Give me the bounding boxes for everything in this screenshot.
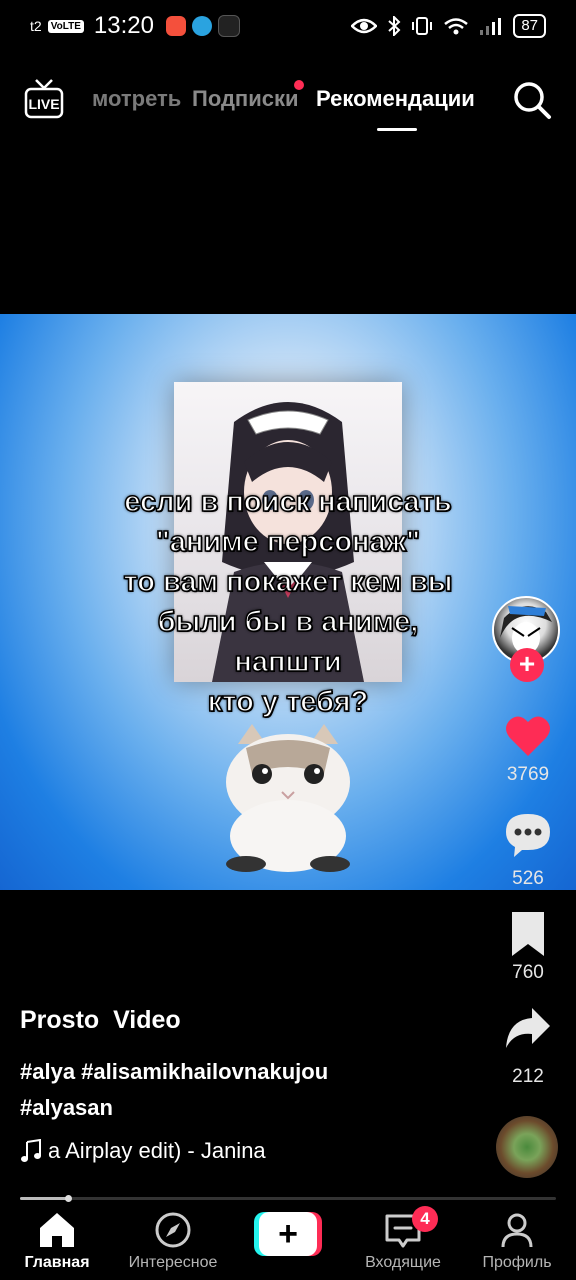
caption-line: "аниме персонаж" [155,525,421,559]
nav-home[interactable]: Главная [2,1210,112,1272]
wifi-icon [444,18,469,35]
screen-recorder-icon [165,16,186,36]
active-tab-indicator [377,128,417,131]
progress-fill [20,1197,69,1200]
tab-recommendations[interactable]: Рекомендации [316,86,475,112]
home-icon [40,1213,74,1247]
likes-count: 3769 [506,764,550,785]
status-left: t2 VoLTE 13:20 [30,12,240,40]
author-name[interactable]: Prosto Video [20,1006,181,1035]
nav-profile[interactable]: Профиль [462,1210,572,1272]
nav-inbox[interactable]: Входящие [348,1210,458,1272]
nav-profile-label: Профиль [482,1254,552,1271]
plus-icon: + [259,1212,317,1256]
caption-line: кто у тебя? [207,685,369,719]
caption-line: то вам покажет кем вы [123,565,454,599]
volte-badge: VoLTE [47,19,84,33]
music-disc[interactable] [496,1116,558,1178]
signal-icon [480,18,502,35]
eye-icon [351,18,378,34]
nav-discover[interactable]: Интересное [118,1210,228,1272]
music-note-icon [21,1139,41,1162]
inbox-badge: 4 [412,1206,438,1232]
music-title: a Airplay edit) - Janina [48,1138,266,1163]
video-player[interactable]: если в поиск написать "аниме персонаж" т… [0,314,576,890]
new-content-dot [294,80,304,90]
bluetooth-icon [388,16,401,36]
video-caption: если в поиск написать "аниме персонаж" т… [60,482,516,722]
caption-line: если в поиск написать [124,485,453,519]
follow-button[interactable]: + [510,648,544,682]
progress-handle[interactable] [65,1195,73,1202]
caption-line: были бы в аниме, [157,605,419,639]
bookmarks-count: 760 [512,962,544,983]
tiktok-icon [217,15,240,37]
music-info[interactable]: a Airplay edit) - Janina [20,1138,266,1164]
bottom-nav: Главная Интересное + Входящие Профиль [0,1204,576,1280]
bookmark-icon[interactable] [504,910,552,958]
top-nav: LIVE мотреть Подписки Рекомендации [0,70,576,134]
profile-icon [501,1213,533,1248]
live-icon[interactable]: LIVE [24,76,64,120]
status-bar: t2 VoLTE 13:20 87 [0,0,576,56]
live-label: LIVE [28,96,59,112]
heart-shape [506,716,550,756]
status-right: 87 [351,14,546,38]
carrier-label: t2 [30,18,42,34]
telegram-icon [191,16,212,36]
comment-icon[interactable] [504,810,552,858]
battery-indicator: 87 [513,14,546,38]
tab-subscriptions[interactable]: Подписки [192,86,299,112]
vibrate-icon [412,17,433,35]
heart-icon[interactable] [504,712,552,760]
tab-watch[interactable]: мотреть [92,86,181,112]
video-progress-bar[interactable] [20,1195,556,1202]
nav-home-label: Главная [24,1254,90,1271]
caption-line: напшти [234,645,343,679]
share-icon[interactable] [504,1004,552,1052]
nav-inbox-label: Входящие [365,1254,441,1271]
cat-image [226,724,350,872]
create-button[interactable]: + [254,1212,322,1256]
status-time: 13:20 [93,12,154,39]
post-hashtags[interactable]: #alya #alisamikhailovnakujou #alyasan [20,1054,420,1126]
nav-discover-label: Интересное [128,1254,218,1271]
comments-count: 526 [512,868,544,889]
shares-count: 212 [512,1066,544,1087]
search-icon[interactable] [510,78,554,122]
compass-icon [155,1212,191,1248]
